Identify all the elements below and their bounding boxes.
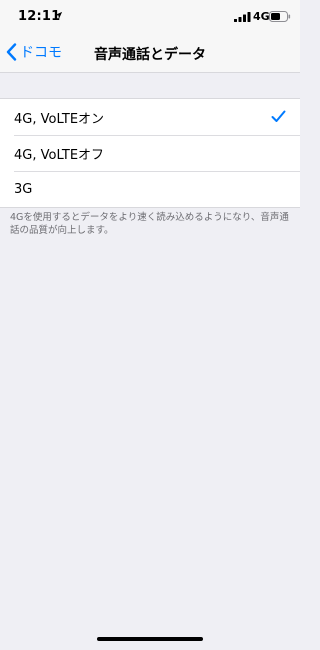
battery-icon [269, 11, 291, 22]
option-label: 4G, VoLTEオン [14, 111, 105, 127]
option-4g-volte-on[interactable]: 4G, VoLTEオン [0, 99, 300, 135]
navigation-bar: ドコモ 音声通話とデータ [0, 30, 300, 73]
checkmark-icon [271, 110, 286, 122]
status-bar: 12:11 4G [0, 0, 300, 30]
option-4g-volte-off[interactable]: 4G, VoLTEオフ [0, 135, 300, 171]
page-title: 音声通話とデータ [94, 47, 206, 63]
voice-data-options: 4G, VoLTEオン 4G, VoLTEオフ 3G [0, 98, 300, 208]
option-label: 4G, VoLTEオフ [14, 147, 105, 163]
location-arrow-icon [54, 11, 63, 20]
option-label: 3G [14, 181, 33, 197]
network-type-label: 4G [253, 10, 270, 23]
cellular-signal-icon [234, 12, 251, 22]
home-indicator[interactable] [97, 637, 203, 641]
option-3g[interactable]: 3G [0, 171, 300, 207]
footer-note: 4Gを使用するとデータをより速く読み込めるようになり、音声通話の品質が向上します… [10, 212, 289, 236]
